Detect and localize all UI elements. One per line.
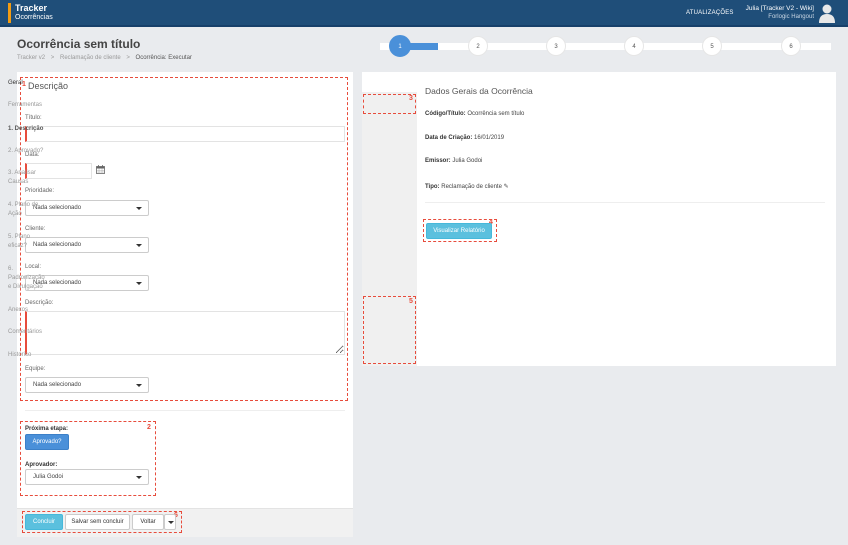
tab-step-6[interactable]: 6. Padronização e Divulgação [8, 265, 52, 292]
description-textarea[interactable] [25, 311, 345, 355]
tab-step-5-line1: 5. Plano [8, 234, 31, 240]
stepper-track [380, 43, 831, 50]
tab-step-2[interactable]: 2. Aprovado? [8, 147, 52, 156]
created-field: Data de Criação: 16/01/2019 [425, 135, 504, 141]
tab-step-5-line2: eficaz? [8, 243, 28, 249]
team-select[interactable]: Nada selecionado [25, 377, 149, 393]
tab-attachments[interactable]: Anexos [8, 306, 52, 315]
tab-step-3-line1: 3. Analisar [8, 170, 37, 176]
pencil-icon[interactable]: ✎ [504, 184, 509, 190]
divider [25, 410, 345, 411]
annotation-number: 3 [409, 95, 413, 102]
caret-down-icon [136, 384, 142, 387]
caret-down-icon [136, 244, 142, 247]
back-button[interactable]: Voltar [132, 514, 164, 530]
created-label: Data de Criação: [425, 135, 473, 141]
view-report-button[interactable]: Visualizar Relatório [426, 223, 492, 239]
save-without-conclude-button[interactable]: Salvar sem concluir [65, 514, 130, 530]
breadcrumb-current: Ocorrência: Executar [135, 55, 192, 61]
caret-down-icon [136, 282, 142, 285]
top-bar: Tracker Ocorrências ATUALIZAÇÕES Julia [… [0, 0, 848, 27]
user-name: Julia [Tracker V2 - Wiki] [745, 5, 814, 12]
tab-step-4-line1: 4. Plano de [8, 202, 39, 208]
avatar-icon[interactable] [818, 3, 836, 23]
emitter-value: Julia Godoi [452, 158, 483, 164]
tab-general[interactable]: Geral [8, 79, 52, 88]
app-section: Ocorrências [15, 14, 53, 21]
divider [425, 202, 825, 203]
title-label: Título: [25, 115, 42, 121]
step-5[interactable]: 5 [702, 36, 722, 56]
user-menu[interactable]: Julia [Tracker V2 - Wiki] Forlogic Hango… [746, 4, 814, 22]
code-field: Código/Título: Ocorrência sem título [425, 111, 524, 117]
details-title: Dados Gerais da Ocorrência [425, 86, 533, 96]
emitter-label: Emissor: [425, 158, 451, 164]
tab-general-bg [362, 72, 417, 92]
client-label: Cliente: [25, 226, 46, 232]
code-value: Ocorrência sem título [467, 111, 525, 117]
approver-label: Aprovador: [25, 462, 58, 468]
step-4[interactable]: 4 [624, 36, 644, 56]
caret-down-icon [136, 476, 142, 479]
caret-down-icon [136, 207, 142, 210]
tab-step-6-line2: Padronização [8, 275, 45, 281]
breadcrumb-sep: > [126, 55, 130, 61]
app-name: Tracker [15, 3, 48, 13]
tab-history[interactable]: Histórico [8, 351, 52, 360]
step-3[interactable]: 3 [546, 36, 566, 56]
tab-step-6-line3: e Divulgação [8, 284, 43, 290]
tab-step-6-line1: 6. [8, 266, 14, 272]
calendar-icon[interactable] [96, 165, 105, 174]
tab-step-4[interactable]: 4. Plano de Ação [8, 201, 52, 219]
breadcrumb-item[interactable]: Tracker v2 [17, 55, 45, 61]
type-value: Reclamação de cliente [441, 184, 502, 190]
created-value: 16/01/2019 [474, 135, 505, 141]
conclude-button[interactable]: Concluir [25, 514, 63, 530]
type-field: Tipo: Reclamação de cliente ✎ [425, 183, 509, 190]
emitter-field: Emissor: Julia Godoi [425, 158, 482, 164]
approver-value: Julia Godoi [33, 474, 64, 480]
user-subtitle: Forlogic Hangout [768, 14, 814, 20]
tab-step-3[interactable]: 3. Analisar Causas [8, 169, 52, 187]
breadcrumb: Tracker v2 > Reclamação de cliente > Oco… [17, 55, 196, 61]
step-1[interactable]: 1 [389, 35, 411, 57]
breadcrumb-sep: > [50, 55, 55, 61]
team-value: Nada selecionado [33, 382, 82, 388]
back-dropdown-toggle[interactable] [164, 514, 176, 530]
updates-link[interactable]: ATUALIZAÇÕES [686, 10, 734, 16]
annotation-number: 5 [409, 298, 413, 305]
title-input[interactable] [25, 126, 345, 142]
tab-step-3-line2: Causas [8, 179, 29, 185]
next-step-label: Próxima etapa: [25, 426, 69, 432]
step-2[interactable]: 2 [468, 36, 488, 56]
step-6[interactable]: 6 [781, 36, 801, 56]
annotation-number: 2 [147, 424, 151, 431]
next-step-button[interactable]: Aprovado? [25, 434, 69, 450]
progress-stepper: 1 2 3 4 5 6 [360, 35, 831, 57]
page-title: Ocorrência sem título [17, 37, 141, 51]
tab-step-1[interactable]: 1. Descrição [8, 125, 52, 134]
breadcrumb-item[interactable]: Reclamação de cliente [60, 55, 121, 61]
type-label: Tipo: [425, 184, 440, 190]
tab-comments[interactable]: Comentários [8, 328, 52, 337]
tab-step-4-line2: Ação [8, 211, 22, 217]
tab-tools[interactable]: Ferramentas [8, 101, 52, 110]
tab-step-5[interactable]: 5. Plano eficaz? [8, 233, 52, 251]
code-label: Código/Título: [425, 111, 466, 117]
caret-down-icon [168, 521, 174, 524]
priority-label: Prioridade: [25, 188, 55, 194]
approver-select[interactable]: Julia Godoi [25, 469, 149, 485]
annotation-box-5 [363, 296, 416, 364]
app-brand[interactable]: Tracker Ocorrências [8, 3, 53, 23]
team-label: Equipe: [25, 366, 46, 372]
